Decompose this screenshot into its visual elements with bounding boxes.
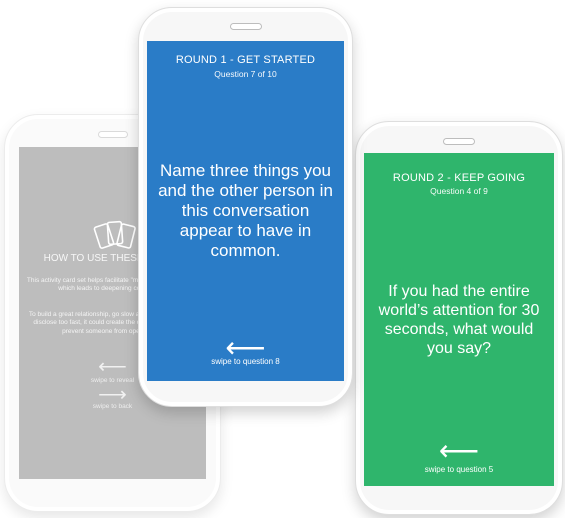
phone-right: ROUND 2 - KEEP GOING Question 4 of 9 If …: [355, 121, 563, 515]
phone-middle: ROUND 1 - GET STARTED Question 7 of 10 N…: [138, 7, 353, 407]
question-card-round-1[interactable]: ROUND 1 - GET STARTED Question 7 of 10 N…: [147, 41, 344, 381]
question-text: Name three things you and the other pers…: [158, 161, 333, 261]
question-count: Question 7 of 10: [214, 69, 277, 79]
phone-speaker: [97, 131, 128, 138]
phone-speaker: [443, 138, 475, 145]
round-title: ROUND 2 - KEEP GOING: [392, 172, 526, 184]
round-title: ROUND 1 - GET STARTED: [175, 54, 316, 66]
question-card-round-2[interactable]: ROUND 2 - KEEP GOING Question 4 of 9 If …: [364, 153, 554, 486]
question-text: If you had the entire world’s attention …: [378, 283, 540, 357]
swipe-label: swipe to question 8: [211, 357, 280, 366]
question-count: Question 4 of 9: [430, 186, 488, 196]
swipe-label: swipe to question 5: [424, 465, 494, 474]
phone-speaker: [229, 23, 262, 30]
swipe-arrow-icon[interactable]: ⟵: [364, 437, 554, 465]
cards-icon: [93, 220, 136, 249]
